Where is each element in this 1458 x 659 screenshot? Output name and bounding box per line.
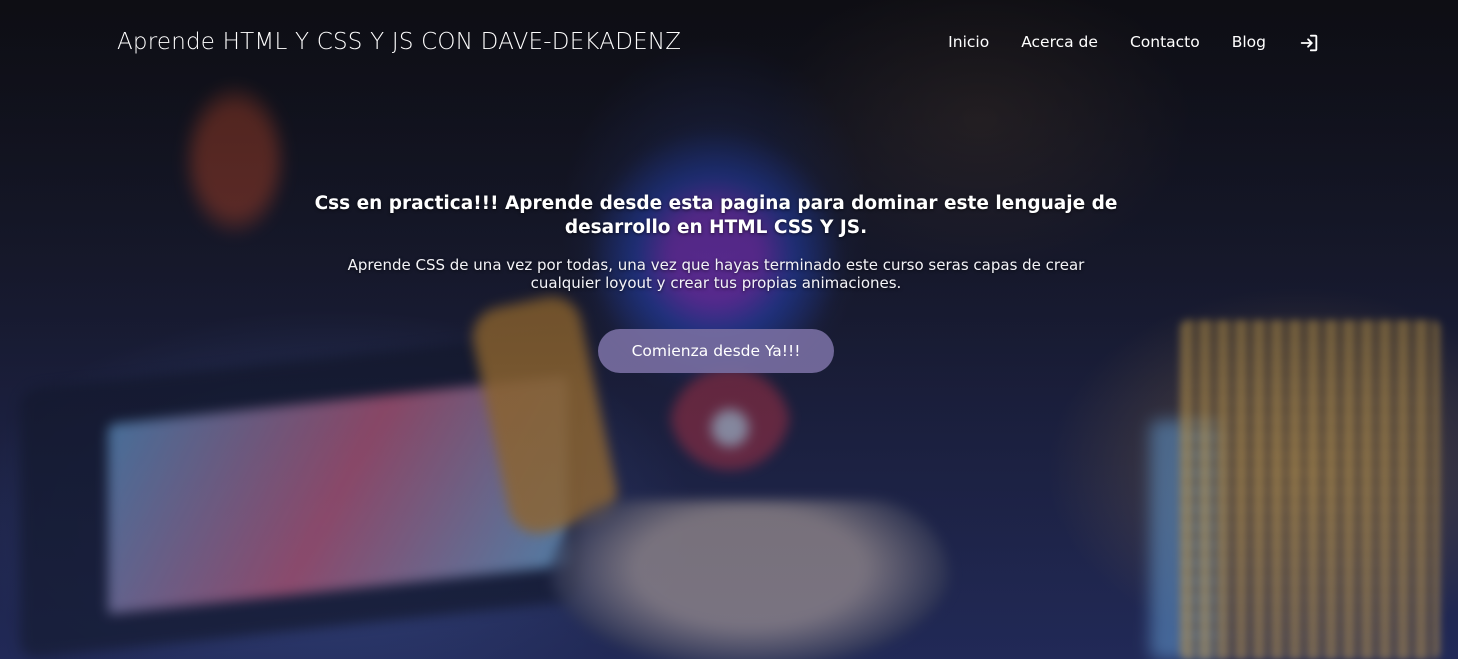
nav-item-acerca-de[interactable]: Acerca de (1021, 33, 1098, 51)
site-title: Aprende HTML Y CSS Y JS CON DAVE-DEKADEN… (117, 29, 682, 55)
nav-item-inicio[interactable]: Inicio (948, 33, 989, 51)
login-icon[interactable] (1298, 32, 1320, 54)
nav-item-contacto[interactable]: Contacto (1130, 33, 1200, 51)
main-nav: Inicio Acerca de Contacto Blog (948, 30, 1320, 54)
site-header: Aprende HTML Y CSS Y JS CON DAVE-DEKADEN… (0, 0, 1458, 84)
hero-content: Css en practica!!! Aprende desde esta pa… (300, 192, 1132, 373)
nav-item-blog[interactable]: Blog (1232, 33, 1266, 51)
start-now-button[interactable]: Comienza desde Ya!!! (598, 329, 834, 373)
hero-description: Aprende CSS de una vez por todas, una ve… (347, 256, 1085, 292)
hero-title: Css en practica!!! Aprende desde esta pa… (314, 193, 1118, 238)
